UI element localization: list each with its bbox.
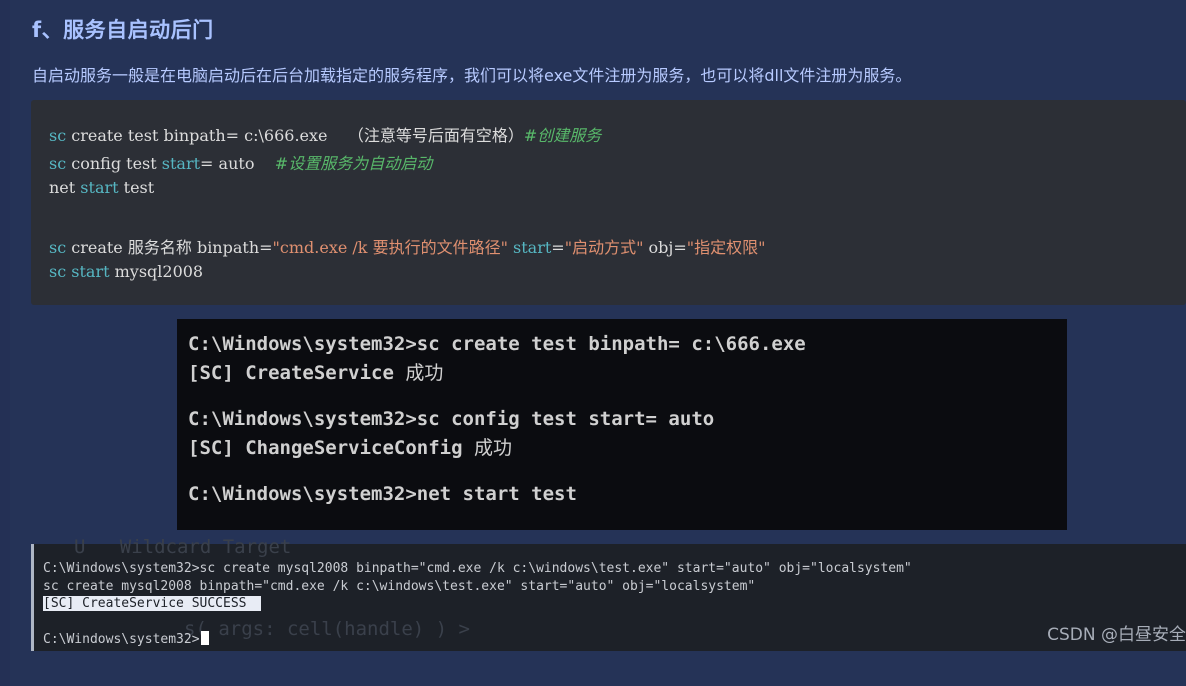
terminal-text: [SC] CreateService [188,362,406,384]
code-text: obj= [643,238,687,257]
watermark: CSDN @白昼安全 [1047,625,1186,645]
intro-paragraph: 自启动服务一般是在电脑启动后在后台加载指定的服务程序，我们可以将exe文件注册为… [32,66,912,85]
terminal-screenshot-1: C:\Windows\system32>sc create test binpa… [177,319,1067,530]
selected-text: [SC] CreateService SUCCESS [43,596,261,611]
code-line: sc config test start= auto #设置服务为自动启动 [49,150,432,174]
code-keyword: start [80,178,119,197]
code-text: create 服务名称 binpath= [66,238,273,257]
text-cursor [200,631,209,645]
code-comment: #创建服务 [523,126,602,145]
code-keyword: start [161,154,201,173]
code-keyword: sc [49,238,67,257]
terminal-line: [SC] CreateService 成功 [188,358,443,385]
terminal-line: [SC] ChangeServiceConfig 成功 [188,433,512,460]
code-text: mysql2008 [109,262,204,281]
terminal-line: [SC] CreateService SUCCESS [43,596,261,611]
code-text: = auto [200,154,255,173]
code-keyword: start [66,262,110,281]
section-heading: f、服务自启动后门 [32,18,214,42]
code-string: "指定权限" [686,238,766,257]
terminal-line: sc create mysql2008 binpath="cmd.exe /k … [43,579,756,594]
terminal-prompt[interactable]: C:\Windows\system32> [43,631,209,647]
terminal-text: 成功 [473,437,512,459]
terminal-text: C:\Windows\system32> [43,632,200,647]
code-comment: #设置服务为自动启动 [254,154,433,173]
code-text: = [551,238,565,257]
ghost-text: s( args: cell(handle) ) > [184,618,470,640]
terminal-line: C:\Windows\system32>net start test [188,483,577,505]
code-keyword: sc [49,126,67,145]
code-keyword: sc [49,262,67,281]
terminal-screenshot-2: U Wildcard Target C:\Windows\system32>sc… [31,536,1186,651]
code-line: sc create 服务名称 binpath="cmd.exe /k 要执行的文… [49,234,766,258]
code-line: sc create test binpath= c:\666.exe （注意等号… [49,122,601,146]
code-keyword: start [507,238,552,257]
code-keyword: sc [49,154,67,173]
terminal-line: C:\Windows\system32>sc config test start… [188,408,715,430]
terminal-text: [SC] ChangeServiceConfig [188,437,474,459]
code-text: test [118,178,155,197]
code-text: net [49,178,81,197]
code-text: config test [66,154,162,173]
terminal-text: 成功 [405,362,444,384]
article-page: f、服务自启动后门 自启动服务一般是在电脑启动后在后台加载指定的服务程序，我们可… [10,0,1186,686]
code-note: （注意等号后面有空格） [327,126,524,145]
code-line: sc start mysql2008 [49,262,203,281]
code-string: "cmd.exe /k 要执行的文件路径" [272,238,508,257]
ghost-text: U Wildcard Target [74,536,292,558]
code-line: net start test [49,178,154,197]
code-string: "启动方式" [564,238,644,257]
terminal-line: C:\Windows\system32>sc create mysql2008 … [43,561,912,576]
terminal-line: C:\Windows\system32>sc create test binpa… [188,333,806,355]
code-block: sc create test binpath= c:\666.exe （注意等号… [31,100,1186,305]
code-text: create test binpath= c:\666.exe [66,126,328,145]
